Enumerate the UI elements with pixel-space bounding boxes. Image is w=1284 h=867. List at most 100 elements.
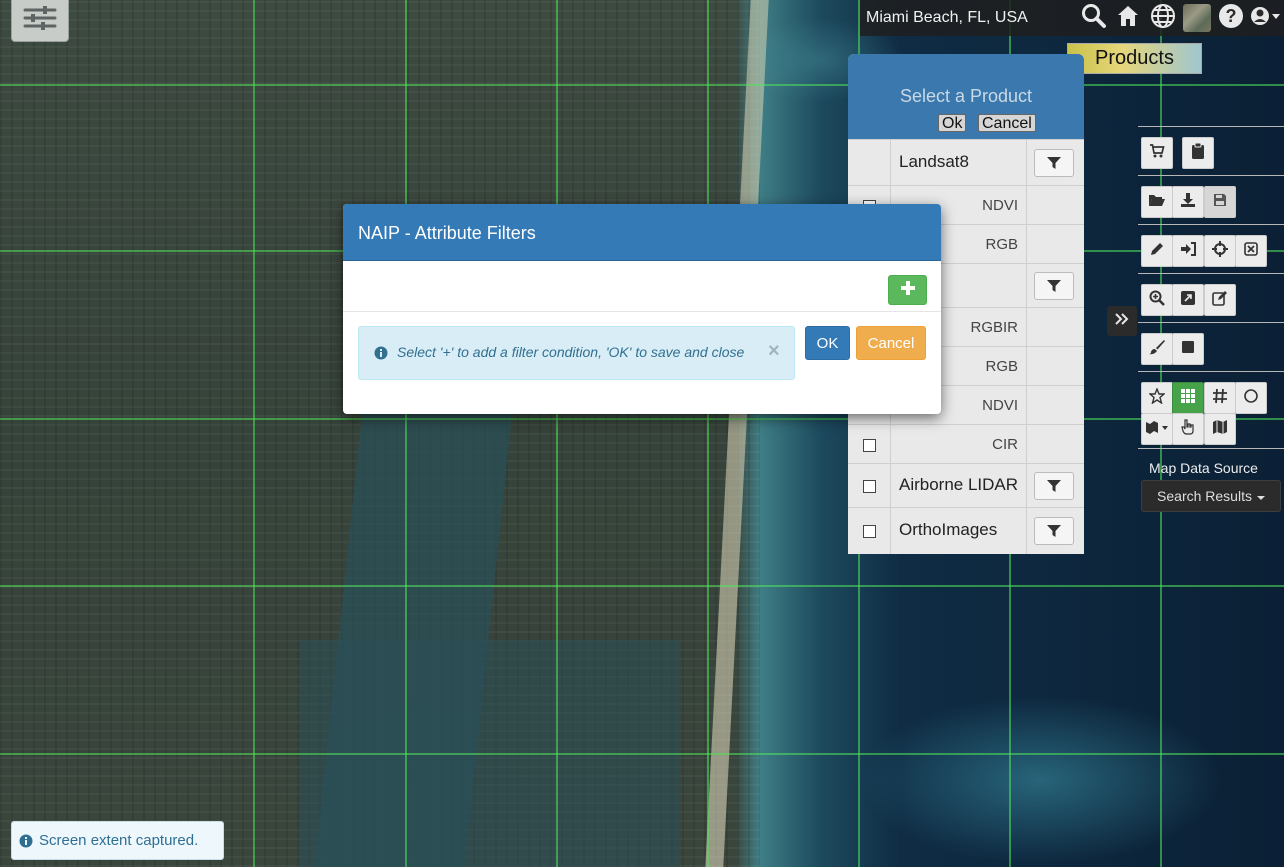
product-subtype: CIR — [992, 436, 1018, 453]
toolbar-group-display — [1138, 371, 1284, 448]
draw-button[interactable] — [1141, 235, 1173, 267]
circle-button[interactable] — [1235, 382, 1267, 414]
add-filter-button[interactable] — [888, 275, 927, 305]
product-name: Airborne LIDAR — [899, 475, 1019, 494]
product-name: Landsat8 — [899, 152, 969, 171]
clipboard-button[interactable] — [1182, 137, 1214, 169]
status-toast-text: Screen extent captured. — [39, 832, 199, 849]
help-button[interactable]: ? — [1215, 2, 1247, 34]
product-row: OrthoImages — [848, 507, 1084, 554]
favorite-button[interactable] — [1141, 382, 1173, 414]
locate-button[interactable] — [1204, 235, 1236, 267]
double-chevron-right-icon — [1114, 311, 1130, 332]
product-filter-button[interactable] — [1034, 517, 1074, 545]
product-filter-button[interactable] — [1034, 472, 1074, 500]
pencil-icon — [1149, 241, 1165, 262]
user-icon — [1250, 5, 1282, 32]
help-icon: ? — [1217, 2, 1245, 35]
hash-grid-button[interactable] — [1204, 382, 1236, 414]
plus-icon — [900, 280, 915, 300]
collapse-panel-button[interactable] — [1107, 306, 1137, 336]
home-button[interactable] — [1112, 2, 1144, 34]
product-row-checkbox-cell — [848, 425, 891, 464]
product-ok-button[interactable]: Ok — [938, 114, 967, 132]
info-circle-icon — [19, 834, 33, 848]
toolbar-group-divider — [1138, 448, 1284, 450]
map-grid-line — [0, 418, 1284, 420]
svg-text:?: ? — [1226, 6, 1237, 26]
globe-icon — [1149, 2, 1177, 35]
product-row: Airborne LIDAR — [848, 463, 1084, 508]
folder-open-icon — [1148, 193, 1166, 212]
basemap-thumbnail-icon — [1183, 4, 1211, 32]
map-grid-line — [0, 84, 1284, 86]
map-grid-line — [405, 0, 407, 867]
product-cancel-button[interactable]: Cancel — [978, 114, 1036, 132]
paint-button[interactable] — [1141, 333, 1173, 365]
location-search-input[interactable] — [864, 4, 1082, 32]
product-subtype: RGBIR — [970, 319, 1018, 336]
star-icon — [1148, 386, 1166, 409]
stop-button[interactable] — [1172, 333, 1204, 365]
clipboard-icon — [1191, 142, 1205, 164]
map-canvas[interactable] — [0, 0, 1284, 867]
globe-button[interactable] — [1147, 2, 1179, 34]
product-subtype: NDVI — [982, 197, 1018, 214]
filter-icon — [1047, 156, 1061, 170]
product-name: OrthoImages — [899, 520, 998, 539]
status-toast: Screen extent captured. — [11, 821, 224, 860]
toolbar-group-style — [1138, 322, 1284, 371]
product-checkbox[interactable] — [863, 439, 876, 452]
caret-down-icon — [1256, 488, 1265, 504]
map-data-source-value: Search Results — [1157, 488, 1252, 504]
edit-button[interactable] — [1204, 284, 1236, 316]
map-marker-dropdown-icon — [1145, 419, 1169, 440]
product-row-checkbox-cell — [848, 464, 891, 508]
download-button[interactable] — [1172, 186, 1204, 218]
pan-button[interactable] — [1172, 413, 1204, 445]
sliders-icon — [23, 5, 57, 36]
menu-button[interactable] — [11, 0, 69, 42]
clear-selection-button[interactable] — [1235, 235, 1267, 267]
product-row-checkbox-cell — [848, 140, 891, 186]
top-toolbar: ? — [860, 0, 1284, 36]
map-tools-dropdown[interactable] — [1141, 413, 1173, 445]
filter-icon — [1047, 524, 1061, 538]
dialog-cancel-button[interactable]: Cancel — [856, 326, 926, 360]
dialog-ok-button[interactable]: OK — [805, 326, 850, 360]
cart-button[interactable] — [1141, 137, 1173, 169]
product-filter-button[interactable] — [1034, 149, 1074, 177]
sign-in-icon — [1180, 241, 1196, 262]
alert-close-button[interactable]: × — [768, 340, 780, 363]
attribute-filter-dialog: NAIP - Attribute Filters Select '+' to a… — [343, 204, 941, 414]
map-data-source-dropdown[interactable]: Search Results — [1141, 480, 1281, 512]
products-tab[interactable]: Products — [1067, 43, 1202, 74]
cart-icon — [1149, 143, 1165, 164]
zoom-extent-button[interactable] — [1172, 284, 1204, 316]
dialog-divider — [343, 311, 941, 312]
zoom-in-button[interactable] — [1141, 284, 1173, 316]
grid-toggle-button[interactable] — [1172, 382, 1204, 414]
save-button[interactable] — [1204, 186, 1236, 218]
search-button[interactable] — [1078, 2, 1110, 34]
map-button[interactable] — [1204, 413, 1236, 445]
product-row-name-cell: OrthoImages — [891, 508, 1027, 554]
product-row: Landsat8 — [848, 139, 1084, 186]
paintbrush-icon — [1149, 339, 1165, 360]
open-folder-button[interactable] — [1141, 186, 1173, 218]
product-checkbox[interactable] — [863, 525, 876, 538]
basemap-button[interactable] — [1181, 2, 1213, 34]
user-menu-button[interactable] — [1248, 2, 1284, 34]
product-checkbox[interactable] — [863, 480, 876, 493]
floppy-disk-icon — [1213, 193, 1227, 212]
product-filter-button[interactable] — [1034, 272, 1074, 300]
map-icon — [1212, 419, 1228, 440]
hashtag-icon — [1212, 388, 1228, 409]
right-toolbar: Map Data Source Search Results — [1138, 126, 1284, 514]
import-button[interactable] — [1172, 235, 1204, 267]
info-alert: Select '+' to add a filter condition, 'O… — [358, 326, 795, 380]
hand-pointer-icon — [1181, 418, 1195, 440]
product-subtype: RGB — [985, 358, 1018, 375]
product-subtype: NDVI — [982, 397, 1018, 414]
grid-icon — [1180, 388, 1196, 409]
